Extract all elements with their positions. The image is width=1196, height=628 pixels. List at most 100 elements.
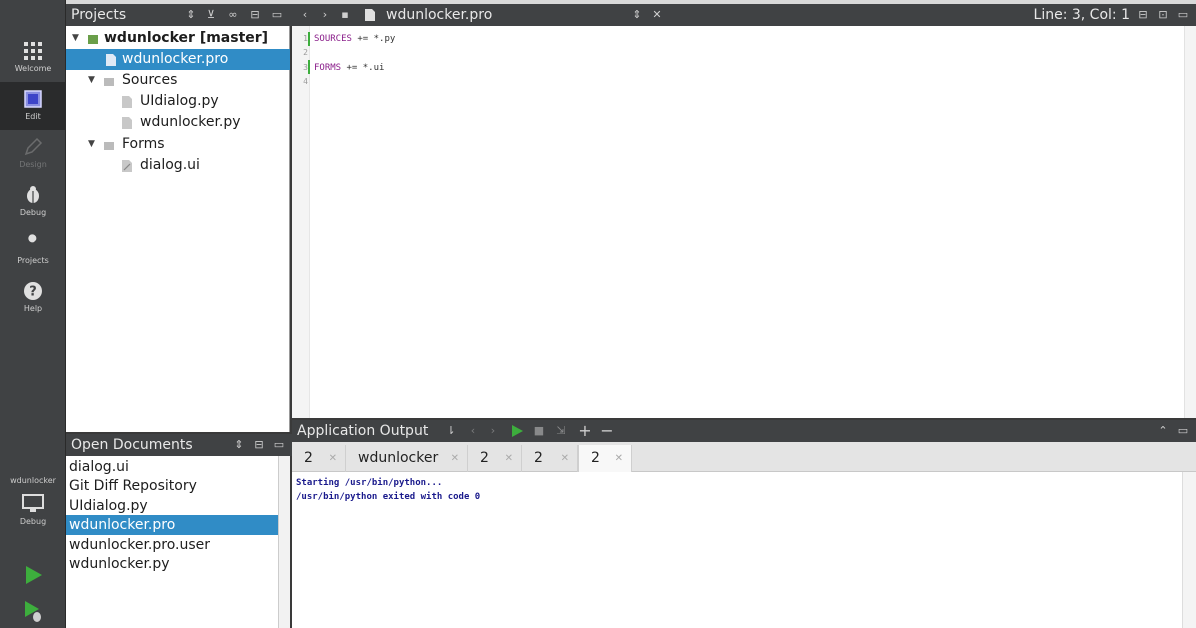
output-tab-label: 2	[534, 450, 543, 466]
forward-icon[interactable]: ›	[318, 8, 332, 22]
editor-scrollbar[interactable]	[1184, 26, 1196, 418]
open-document-item[interactable]: UIdialog.py	[66, 496, 278, 516]
project-icon	[88, 35, 98, 44]
split-icon[interactable]: ⊟	[248, 8, 262, 22]
output-tab-label: wdunlocker	[358, 450, 439, 466]
output-tab[interactable]: wdunlocker ✕	[346, 445, 468, 472]
tree-folder-forms[interactable]: ▼ Forms	[66, 134, 290, 155]
output-toolbar: Application Output ⇂ ‹ › ■ ⇲ + − ⌃ ▭	[292, 420, 1196, 442]
mode-design-label: Design	[19, 160, 47, 169]
back-icon[interactable]: ‹	[298, 8, 312, 22]
mode-debug[interactable]: Debug	[0, 178, 66, 226]
attach-icon[interactable]: ⇂	[444, 424, 458, 438]
close-pane-icon[interactable]: ▭	[272, 438, 286, 452]
open-document-item[interactable]: wdunlocker.pro.user	[66, 535, 278, 555]
tab-close-icon[interactable]: ✕	[329, 445, 337, 472]
open-document-item[interactable]: Git Diff Repository	[66, 476, 278, 496]
edit-icon	[24, 90, 42, 108]
rerun-button[interactable]	[510, 424, 524, 438]
filter-icon[interactable]: ⊻	[204, 8, 218, 22]
mode-projects-label: Projects	[17, 256, 49, 265]
split-side-icon[interactable]: ⊡	[1156, 8, 1170, 22]
tree-form-label: dialog.ui	[140, 157, 200, 173]
debug-attach-icon[interactable]: ⇲	[554, 424, 568, 438]
close-editor-icon[interactable]: ▭	[1176, 8, 1190, 22]
tab-close-icon[interactable]: ✕	[451, 445, 459, 472]
collapse-arrow-icon[interactable]: ▼	[88, 70, 95, 91]
stop-icon[interactable]: ■	[532, 424, 546, 438]
ui-file-icon	[122, 160, 132, 172]
zoom-in-icon[interactable]: +	[578, 423, 592, 439]
tree-root-row[interactable]: ▼ wdunlocker [master]	[66, 28, 290, 49]
run-button[interactable]	[20, 562, 46, 588]
debug-run-button[interactable]	[20, 598, 46, 624]
output-tab-active[interactable]: 2 ✕	[578, 445, 632, 472]
tree-source-label: wdunlocker.py	[140, 114, 241, 130]
zoom-out-icon[interactable]: −	[600, 423, 614, 439]
project-tree: ▼ wdunlocker [master] wdunlocker.pro ▼ S…	[66, 26, 290, 432]
previous-icon[interactable]: ‹	[466, 424, 480, 438]
tab-close-icon[interactable]: ✕	[615, 445, 623, 472]
folder-icon	[104, 78, 114, 86]
open-documents-scrollbar[interactable]	[278, 456, 290, 628]
tree-item-source[interactable]: UIdialog.py	[66, 91, 290, 112]
output-tab-label: 2	[480, 450, 489, 466]
kit-selector[interactable]: wdunlocker Debug	[0, 476, 66, 526]
close-pane-icon[interactable]: ▭	[270, 8, 284, 22]
editor-toolbar: ‹ › ▪ wdunlocker.pro ⇕ ✕ Line: 3, Col: 1…	[292, 4, 1196, 26]
open-documents-title: Open Documents	[71, 437, 193, 453]
mode-welcome[interactable]: Welcome	[0, 34, 66, 82]
tab-close-icon[interactable]: ✕	[561, 445, 569, 472]
open-document-item[interactable]: wdunlocker.py	[66, 554, 278, 574]
close-output-icon[interactable]: ▭	[1176, 424, 1190, 438]
output-tab[interactable]: 2 ✕	[522, 445, 578, 472]
tree-item-form[interactable]: dialog.ui	[66, 155, 290, 176]
tree-root-label: wdunlocker [master]	[104, 30, 269, 46]
output-line: Starting /usr/bin/python...	[296, 478, 443, 488]
code-text: += *.ui	[341, 63, 385, 73]
wrench-icon	[26, 234, 37, 250]
next-icon[interactable]: ›	[486, 424, 500, 438]
editor-file-name[interactable]: wdunlocker.pro	[386, 4, 492, 26]
collapse-arrow-icon[interactable]: ▼	[88, 134, 95, 155]
open-documents-list: dialog.ui Git Diff Repository UIdialog.p…	[66, 456, 278, 628]
maximize-icon[interactable]: ⌃	[1156, 424, 1170, 438]
code-line: SOURCES += *.py	[314, 34, 395, 44]
open-documents-toolbar: Open Documents ⇕ ⊟ ▭	[66, 434, 292, 456]
output-tab[interactable]: 2 ✕	[292, 445, 346, 472]
tab-close-icon[interactable]: ✕	[505, 445, 513, 472]
link-icon[interactable]: ∞	[226, 8, 240, 22]
close-document-icon[interactable]: ✕	[650, 8, 664, 22]
mode-projects[interactable]: Projects	[0, 226, 66, 274]
line-number: 2	[303, 48, 308, 57]
projects-toolbar: Projects ⇕ ⊻ ∞ ⊟ ▭	[66, 4, 292, 26]
tree-item-pro-file[interactable]: wdunlocker.pro	[66, 49, 290, 70]
open-documents-sort-icon[interactable]: ⇕	[232, 438, 246, 452]
open-document-item[interactable]: dialog.ui	[66, 457, 278, 477]
tree-item-source[interactable]: wdunlocker.py	[66, 112, 290, 133]
mode-bar: Welcome Edit Design Debug Projects ? Hel…	[0, 0, 66, 628]
tree-sources-label: Sources	[122, 72, 178, 88]
file-icon	[365, 9, 375, 21]
file-dropdown-icon[interactable]: ⇕	[630, 8, 644, 22]
pro-file-icon	[106, 54, 116, 66]
output-scrollbar[interactable]	[1182, 472, 1196, 628]
sort-icon[interactable]: ⇕	[184, 8, 198, 22]
tree-folder-sources[interactable]: ▼ Sources	[66, 70, 290, 91]
help-icon: ?	[24, 282, 42, 300]
output-tabs: 2 ✕ wdunlocker ✕ 2 ✕ 2 ✕ 2 ✕	[292, 442, 1196, 472]
svg-text:?: ?	[29, 285, 37, 300]
output-tab-label: 2	[591, 450, 600, 466]
mode-design[interactable]: Design	[0, 130, 66, 178]
split-editor-icon[interactable]: ⊟	[1136, 8, 1150, 22]
tree-pro-file-label: wdunlocker.pro	[122, 51, 229, 67]
output-tab[interactable]: 2 ✕	[468, 445, 522, 472]
code-editor[interactable]: 1 2 3 4 SOURCES += *.py FORMS += *.ui	[292, 26, 1196, 418]
application-output[interactable]: Starting /usr/bin/python... /usr/bin/pyt…	[292, 472, 1182, 628]
mode-help[interactable]: ? Help	[0, 274, 66, 322]
split-icon[interactable]: ⊟	[252, 438, 266, 452]
mode-edit[interactable]: Edit	[0, 82, 66, 130]
collapse-arrow-icon[interactable]: ▼	[72, 28, 79, 49]
code-text: += *.py	[351, 34, 396, 44]
open-document-item-selected[interactable]: wdunlocker.pro	[66, 515, 278, 535]
